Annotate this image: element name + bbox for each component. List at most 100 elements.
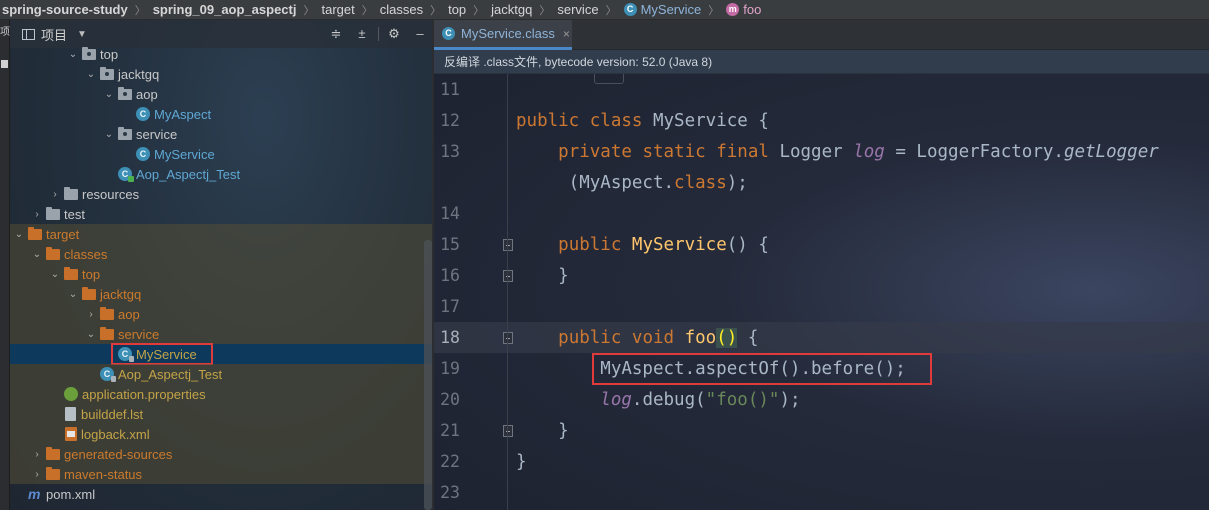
project-panel-icon	[22, 28, 35, 40]
code-line[interactable]: 14	[434, 198, 1209, 229]
collapse-all-icon[interactable]: ≑	[328, 26, 344, 42]
line-number: 15	[440, 235, 460, 254]
chevron-down-icon[interactable]: ⌄	[84, 329, 98, 340]
breadcrumb-item[interactable]: jacktgq	[489, 2, 534, 17]
code-text: }	[516, 452, 527, 472]
tree-row[interactable]: builddef.lst	[10, 404, 432, 424]
code-line[interactable]: 20 log.debug("foo()");	[434, 384, 1209, 415]
chevron-right-icon[interactable]: ›	[30, 209, 44, 220]
tab-label: MyService.class	[461, 26, 555, 41]
tree-row[interactable]: › resources	[10, 184, 432, 204]
tree-row[interactable]: ⌄ top	[10, 264, 432, 284]
fold-marker-icon[interactable]	[503, 270, 513, 282]
chevron-down-icon[interactable]: ⌄	[66, 289, 80, 300]
tree-row[interactable]: ⌄ jacktgq	[10, 64, 432, 84]
code-line[interactable]: 17	[434, 291, 1209, 322]
code-token: void	[631, 327, 685, 348]
tree-row[interactable]: ⌄ target	[10, 224, 432, 244]
folder-icon	[46, 206, 60, 220]
code-token: static	[642, 141, 717, 162]
breadcrumb-item[interactable]: spring-source-study	[0, 2, 130, 17]
chevron-down-icon[interactable]: ⌄	[102, 89, 116, 100]
breadcrumb-item[interactable]: classes	[378, 2, 425, 17]
code-line[interactable]: 13 private static final Logger log = Log…	[434, 136, 1209, 167]
breadcrumb-item[interactable]: m foo	[724, 2, 763, 17]
breadcrumb-item[interactable]: spring_09_aop_aspectj	[151, 2, 299, 17]
code-text: private static final Logger log = Logger…	[516, 142, 1159, 162]
tree-row[interactable]: ⌄ top	[10, 44, 432, 64]
code-token: () {	[726, 234, 769, 255]
chevron-right-icon[interactable]: ›	[30, 469, 44, 480]
tree-row[interactable]: › aop	[10, 304, 432, 324]
chevron-down-icon[interactable]: ▼	[77, 29, 87, 40]
tree-row[interactable]: C MyAspect	[10, 104, 432, 124]
code-line[interactable]: 18 public void foo() {	[434, 322, 1209, 353]
code-area[interactable]: 11 12 public class MyService {13 private s…	[434, 74, 1209, 510]
close-icon[interactable]: ×	[563, 27, 570, 41]
fold-marker-icon[interactable]	[503, 239, 513, 251]
tree-row[interactable]: ⌄ service	[10, 324, 432, 344]
code-text: public MyService() {	[516, 235, 769, 255]
fold-marker-icon[interactable]	[503, 332, 513, 344]
code-token: (MyAspect.	[516, 172, 675, 193]
code-line[interactable]: (MyAspect.class);	[434, 167, 1209, 198]
tree-row[interactable]: › test	[10, 204, 432, 224]
code-line[interactable]: 15 public MyService() {	[434, 229, 1209, 260]
tree-row[interactable]: C Aop_Aspectj_Test	[10, 364, 432, 384]
tree-row[interactable]: ⌄ aop	[10, 84, 432, 104]
tree-row[interactable]: logback.xml	[10, 424, 432, 444]
line-number: 21	[440, 421, 460, 440]
fold-marker-icon[interactable]	[503, 425, 513, 437]
line-number: 16	[440, 266, 460, 285]
class-icon: C	[442, 27, 455, 40]
tree-row[interactable]: C MyService	[10, 343, 432, 365]
project-tool-window-label[interactable]: 项	[0, 28, 10, 38]
chevron-down-icon[interactable]: ⌄	[102, 129, 116, 140]
chevron-down-icon[interactable]: ⌄	[30, 249, 44, 260]
tree-row[interactable]: m pom.xml	[10, 484, 432, 504]
chevron-right-icon[interactable]: ›	[84, 309, 98, 320]
tab-myservice-class[interactable]: C MyService.class ×	[434, 20, 572, 50]
code-text: log.debug("foo()");	[516, 390, 800, 410]
code-line[interactable]: 22}	[434, 446, 1209, 477]
code-line[interactable]: 16 }	[434, 260, 1209, 291]
tree-item-label: resources	[82, 186, 140, 202]
project-view-selector[interactable]: 项目 ▼	[22, 25, 87, 44]
chevron-down-icon[interactable]: ⌄	[84, 69, 98, 80]
tree-row[interactable]: › maven-status	[10, 464, 432, 484]
tree-item-label: application.properties	[82, 386, 206, 402]
tree-row[interactable]: ⌄ classes	[10, 244, 432, 264]
chevron-down-icon[interactable]: ⌄	[48, 269, 62, 280]
gear-icon[interactable]: ⚙	[386, 26, 402, 42]
chevron-down-icon[interactable]: ⌄	[12, 229, 26, 240]
chevron-right-icon[interactable]: ›	[30, 449, 44, 460]
code-line[interactable]: 12 public class MyService {	[434, 105, 1209, 136]
tree-row[interactable]: C Aop_Aspectj_Test	[10, 164, 432, 184]
tree-item-label: target	[46, 226, 80, 242]
tree-scrollbar[interactable]	[424, 240, 432, 510]
code-line[interactable]: 23	[434, 477, 1209, 508]
breadcrumb-item[interactable]: top	[446, 2, 468, 17]
tree-row[interactable]: › generated-sources	[10, 444, 432, 464]
tree-item-label: classes	[64, 246, 108, 262]
code-token: final	[716, 141, 780, 162]
hide-icon[interactable]: –	[412, 26, 428, 42]
tree-item-label: MyService	[154, 146, 215, 162]
breadcrumb-item[interactable]: C MyService	[622, 2, 704, 17]
tree-row[interactable]: application.properties	[10, 384, 432, 404]
chevron-right-icon[interactable]: ›	[48, 189, 62, 200]
code-token: getLogger	[1063, 141, 1159, 162]
line-number: 19	[440, 359, 460, 378]
breadcrumb-item[interactable]: service	[555, 2, 600, 17]
code-line[interactable]: 11	[434, 74, 1209, 105]
expand-all-icon[interactable]: ±	[354, 26, 370, 42]
tree-item-label: service	[118, 326, 160, 342]
tree-row[interactable]: ⌄ service	[10, 124, 432, 144]
tree-row[interactable]: ⌄ jacktgq	[10, 284, 432, 304]
tree-row[interactable]: C MyService	[10, 144, 432, 164]
chevron-down-icon[interactable]: ⌄	[66, 49, 80, 60]
code-text: (MyAspect.class);	[516, 173, 748, 193]
code-line[interactable]: 21 }	[434, 415, 1209, 446]
breadcrumb-item[interactable]: target	[319, 2, 356, 17]
breadcrumb-label: target	[321, 2, 355, 17]
